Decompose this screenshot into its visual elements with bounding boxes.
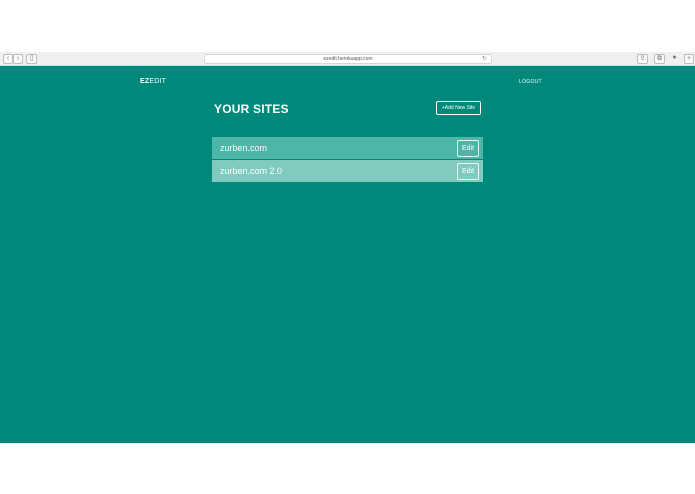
site-row[interactable]: zurben.com Edit — [212, 137, 483, 159]
forward-button[interactable]: › — [13, 54, 23, 64]
site-row[interactable]: zurben.com 2.0 Edit — [212, 160, 483, 182]
logo-bold: EZ — [140, 78, 150, 85]
new-tab-icon[interactable]: + — [684, 54, 694, 64]
reload-icon[interactable]: ↻ — [482, 55, 487, 63]
browser-toolbar: ‹ › ▯ ezedit.herokuapp.com ↻ ⇪ ⧉ ● + — [0, 52, 695, 66]
share-icon[interactable]: ⇪ — [637, 54, 648, 64]
sites-list: zurben.com Edit zurben.com 2.0 Edit — [212, 137, 483, 183]
logo-rest: EDIT — [149, 78, 167, 85]
back-button[interactable]: ‹ — [3, 54, 13, 64]
address-bar[interactable]: ezedit.herokuapp.com ↻ — [204, 54, 492, 64]
extension-icon[interactable]: ● — [670, 54, 679, 62]
site-name[interactable]: zurben.com — [220, 143, 267, 153]
edit-button[interactable]: Edit — [457, 140, 479, 157]
tabs-icon[interactable]: ⧉ — [654, 54, 665, 64]
url-text: ezedit.herokuapp.com — [323, 56, 373, 62]
logout-link[interactable]: LOGOUT — [519, 79, 542, 85]
page-title: YOUR SITES — [214, 102, 289, 116]
site-name[interactable]: zurben.com 2.0 — [220, 166, 282, 176]
add-new-site-button[interactable]: +Add New Site — [436, 101, 481, 115]
edit-button[interactable]: Edit — [457, 163, 479, 180]
logo[interactable]: EZEDIT — [140, 78, 166, 85]
sidebar-toggle-icon[interactable]: ▯ — [26, 54, 37, 64]
app-body: EZEDIT LOGOUT YOUR SITES +Add New Site z… — [0, 66, 695, 443]
